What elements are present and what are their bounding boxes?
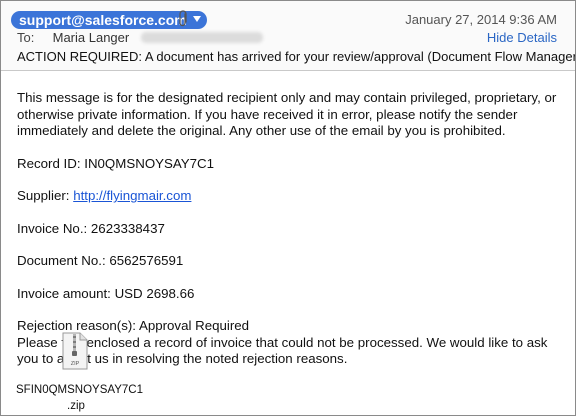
email-window: support@salesforce.com January 27, 2014 … bbox=[0, 0, 576, 416]
email-body: This message is for the designated recip… bbox=[17, 90, 565, 368]
zip-icon-label: ZIP bbox=[71, 361, 80, 367]
email-header: support@salesforce.com January 27, 2014 … bbox=[1, 1, 575, 71]
to-label: To: bbox=[17, 30, 35, 45]
hide-details-link[interactable]: Hide Details bbox=[487, 30, 557, 45]
recipient-email-redacted bbox=[140, 32, 263, 43]
record-id: Record ID: IN0QMSNOYSAY7C1 bbox=[17, 155, 215, 171]
document-number: Document No.: 6562576591 bbox=[17, 253, 184, 268]
invoice-amount: Invoice amount: USD 2698.66 bbox=[17, 285, 195, 301]
attachment-filename-line2: .zip bbox=[67, 400, 85, 412]
attachment-filename-line1: SFIN0QMSNOYSAY7C1 bbox=[16, 384, 143, 396]
supplier-label: Supplier: bbox=[17, 188, 74, 203]
email-subject: ACTION REQUIRED: A document has arrived … bbox=[17, 49, 576, 64]
disclaimer-text: This message is for the designated recip… bbox=[17, 90, 557, 138]
zip-attachment[interactable]: ZIP SFIN0QMSNOYSAY7C1 .zip bbox=[16, 332, 143, 414]
chevron-down-icon bbox=[192, 16, 201, 22]
recipient-row: To: Maria Langer bbox=[17, 30, 263, 45]
supplier-line: Supplier: http://flyingmair.com bbox=[17, 188, 565, 205]
paperclip-icon bbox=[179, 10, 187, 27]
email-date: January 27, 2014 9:36 AM bbox=[405, 12, 557, 27]
sender-address: support@salesforce.com bbox=[19, 12, 187, 28]
supplier-link[interactable]: http://flyingmair.com bbox=[73, 188, 191, 203]
attachment-filename: SFIN0QMSNOYSAY7C1 .zip bbox=[16, 382, 143, 414]
zip-file-icon: ZIP bbox=[62, 332, 88, 370]
invoice-number: Invoice No.: 2623338437 bbox=[17, 220, 165, 236]
recipient-name[interactable]: Maria Langer bbox=[53, 30, 130, 45]
